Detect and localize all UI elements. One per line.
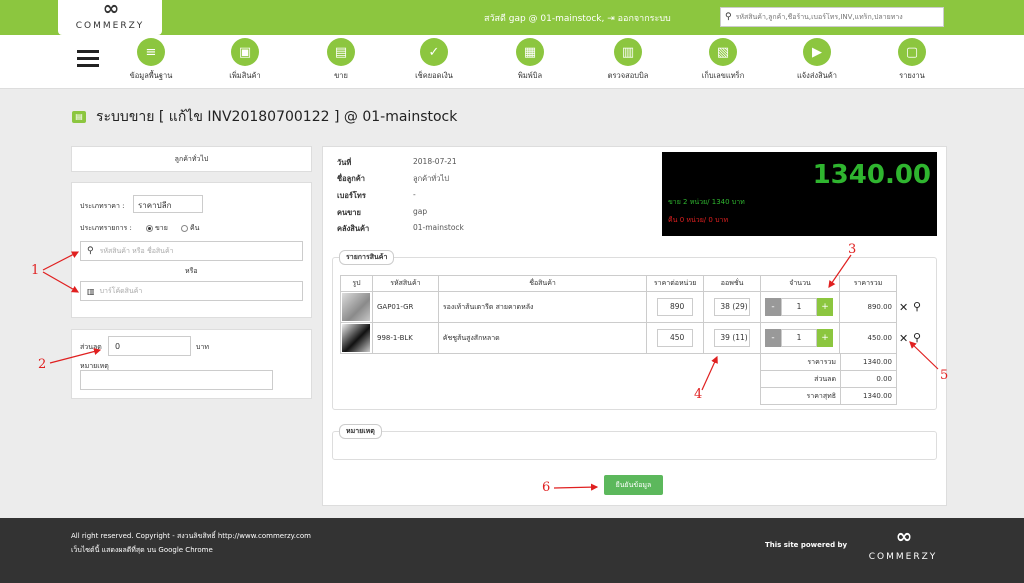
annotation-5: 5: [940, 368, 949, 383]
copyright-text: All right reserved. Copyright - สงวนลิขส…: [71, 532, 311, 540]
browser-note: เว็บไซต์นี้ แสดงผลดีที่สุด บน Google Chr…: [71, 546, 213, 554]
annotation-6: 6: [542, 480, 551, 495]
footer: All right reserved. Copyright - สงวนลิขส…: [0, 518, 1024, 583]
annotation-4: 4: [694, 387, 703, 402]
annotation-arrows: [42, 251, 939, 491]
powered-by: This site powered by: [765, 541, 848, 549]
annotation-1: 1: [31, 263, 40, 278]
annotation-3: 3: [848, 242, 857, 257]
annotation-2: 2: [38, 357, 47, 372]
footer-logo-mark: ∞: [895, 524, 913, 548]
footer-logo-text: COMMERZY: [868, 552, 938, 562]
